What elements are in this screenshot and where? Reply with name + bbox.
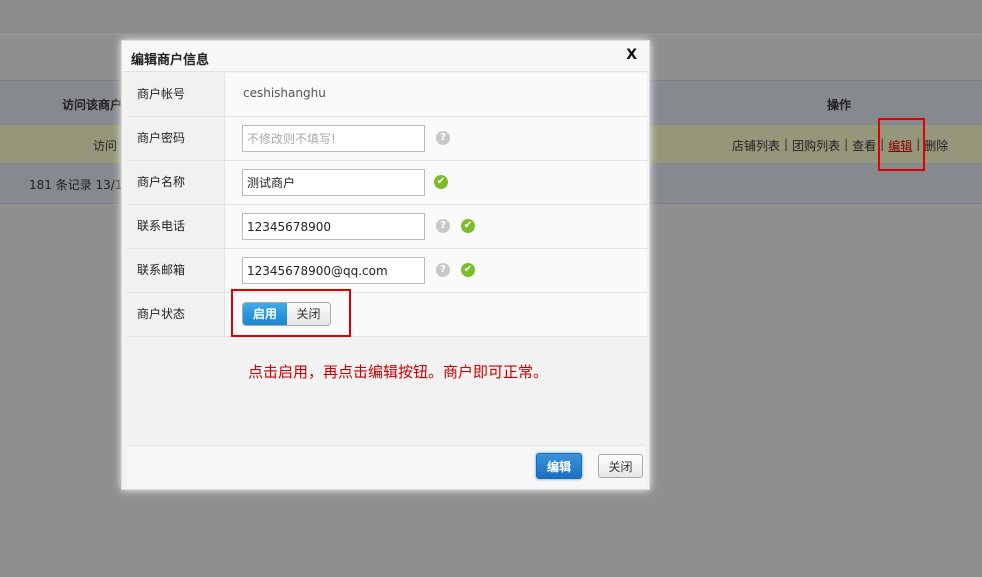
dialog-title-bar: 编辑商户信息 X xyxy=(122,41,649,72)
dialog-footer: 编辑 关闭 xyxy=(127,445,645,488)
merchant-form: 商户帐号 ceshishanghu 商户密码 ? 商户名称 ✔ 联系电话 ? ✔… xyxy=(127,73,647,337)
phone-label: 联系电话 xyxy=(127,205,225,248)
form-row-password: 商户密码 ? xyxy=(127,117,647,161)
separator: | xyxy=(844,137,849,151)
check-icon: ✔ xyxy=(461,263,475,277)
form-row-account: 商户帐号 ceshishanghu xyxy=(127,73,647,117)
edit-highlight-box xyxy=(878,118,925,171)
form-row-phone: 联系电话 ? ✔ xyxy=(127,205,647,249)
instruction-text: 点击启用，再点击编辑按钮。商户即可正常。 xyxy=(248,363,549,381)
form-row-email: 联系邮箱 ? ✔ xyxy=(127,249,647,293)
store-list-link[interactable]: 店铺列表 xyxy=(730,137,782,154)
email-label: 联系邮箱 xyxy=(127,249,225,292)
column-header-operations: 操作 xyxy=(827,98,852,112)
delete-link[interactable]: 删除 xyxy=(922,137,950,154)
separator: | xyxy=(784,137,789,151)
column-header-visit: 访问该商户 xyxy=(62,98,123,112)
status-highlight-box xyxy=(231,289,351,337)
status-label: 商户状态 xyxy=(127,293,225,336)
help-icon: ? xyxy=(436,263,450,277)
view-link[interactable]: 查看 xyxy=(850,137,878,154)
help-icon: ? xyxy=(436,219,450,233)
help-icon: ? xyxy=(436,131,450,145)
pagination-info: 181 条记录 13/1 xyxy=(29,178,123,192)
visit-link[interactable]: 访问 xyxy=(93,137,117,154)
close-icon[interactable]: X xyxy=(626,47,637,63)
name-input[interactable] xyxy=(242,169,425,196)
account-value: ceshishanghu xyxy=(243,86,326,100)
close-button[interactable]: 关闭 xyxy=(598,454,643,478)
page-top-bar xyxy=(0,0,982,34)
edit-merchant-dialog: 编辑商户信息 X 商户帐号 ceshishanghu 商户密码 ? 商户名称 ✔… xyxy=(121,40,650,490)
groupbuy-list-link[interactable]: 团购列表 xyxy=(790,137,842,154)
form-row-status: 商户状态 启用 关闭 xyxy=(127,293,647,337)
edit-button[interactable]: 编辑 xyxy=(536,453,582,479)
name-label: 商户名称 xyxy=(127,161,225,204)
form-row-name: 商户名称 ✔ xyxy=(127,161,647,205)
check-icon: ✔ xyxy=(461,219,475,233)
dialog-title: 编辑商户信息 xyxy=(131,53,210,68)
check-icon: ✔ xyxy=(434,175,448,189)
account-label: 商户帐号 xyxy=(127,73,225,116)
password-label: 商户密码 xyxy=(127,117,225,160)
email-input[interactable] xyxy=(242,257,425,284)
divider xyxy=(0,34,982,35)
password-input[interactable] xyxy=(242,125,425,152)
phone-input[interactable] xyxy=(242,213,425,240)
